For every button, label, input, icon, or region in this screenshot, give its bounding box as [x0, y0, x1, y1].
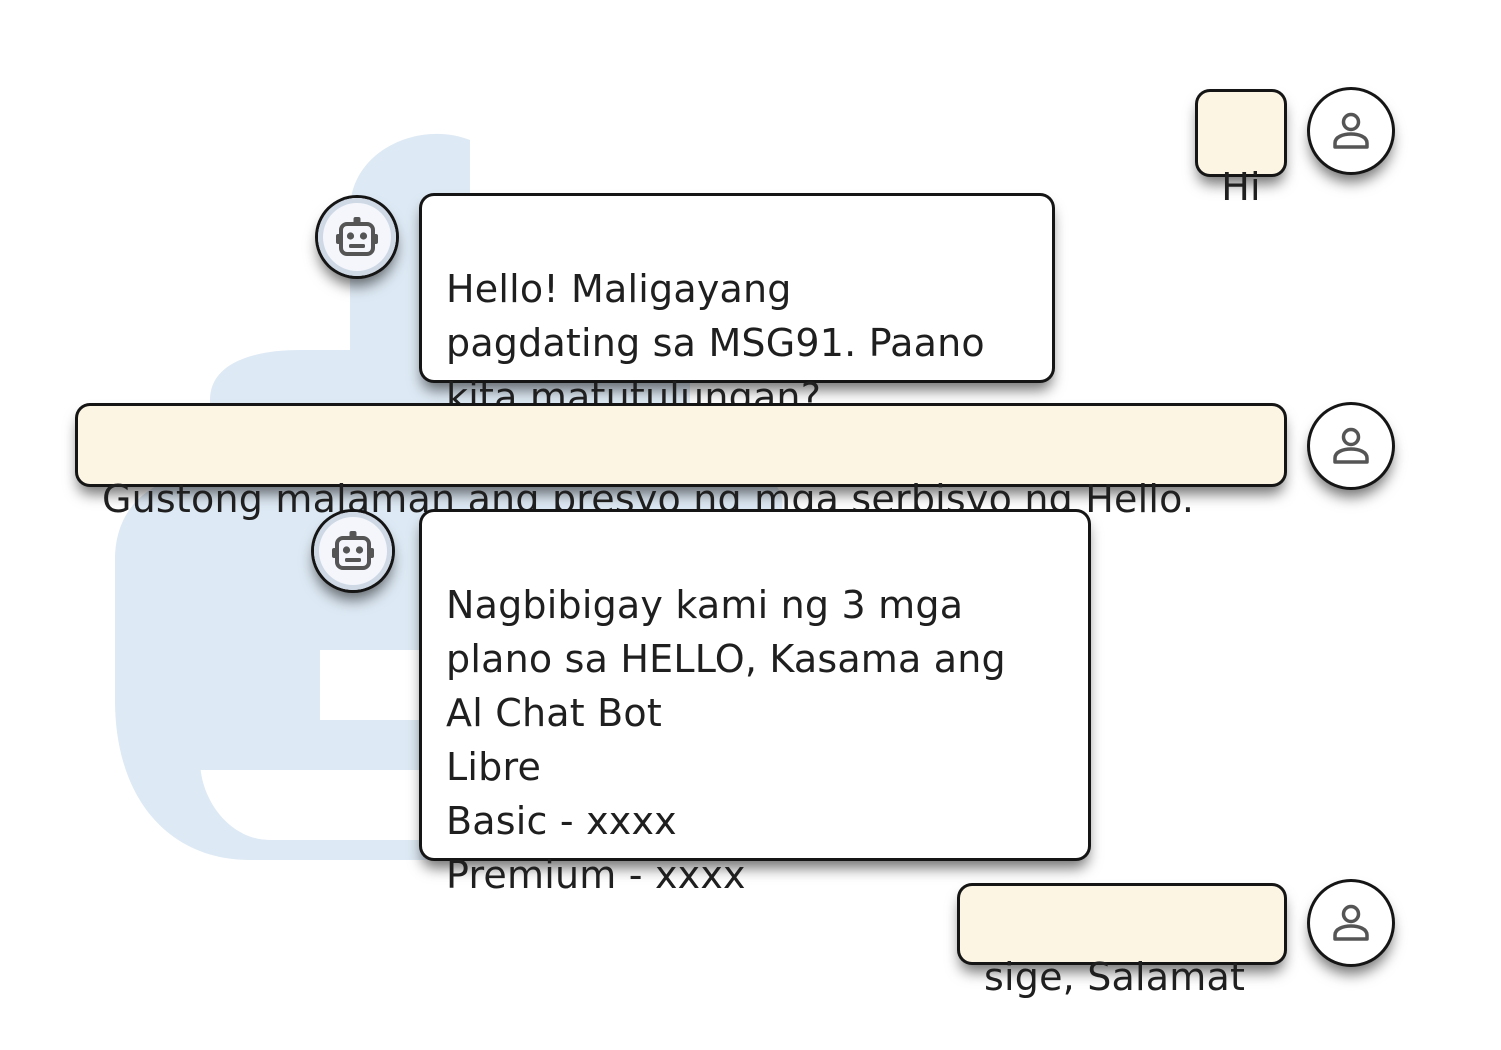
bot-avatar: [314, 512, 392, 590]
user-icon: [1333, 427, 1369, 464]
user-avatar: [1310, 405, 1392, 487]
robot-icon: [336, 217, 378, 256]
message-bubble-bot: Nagbibigay kami ng 3 mga plano sa HELLO,…: [422, 512, 1088, 897]
message-bubble-bot: Hello! Maligayang pagdating sa MSG91. Pa…: [422, 196, 1052, 419]
robot-icon: [332, 531, 374, 570]
message-bubble-user: Hi: [1198, 92, 1284, 209]
user-avatar: [1310, 882, 1392, 964]
message-text: sige, Salamat: [984, 955, 1246, 999]
message-bubble-user: sige, Salamat: [960, 886, 1284, 999]
user-icon: [1333, 904, 1369, 941]
message-text: Hi: [1221, 165, 1261, 209]
bot-avatar: [318, 198, 396, 276]
user-icon: [1333, 112, 1369, 149]
message-text: Nagbibigay kami ng 3 mga plano sa HELLO,…: [446, 583, 1006, 897]
message-bubble-user: Gustong malaman ang presyo ng mga serbis…: [78, 406, 1284, 521]
user-avatar: [1310, 90, 1392, 172]
chat-illustration: Hi Hello! Maligayang pagdating sa MSG91.…: [0, 0, 1501, 1050]
